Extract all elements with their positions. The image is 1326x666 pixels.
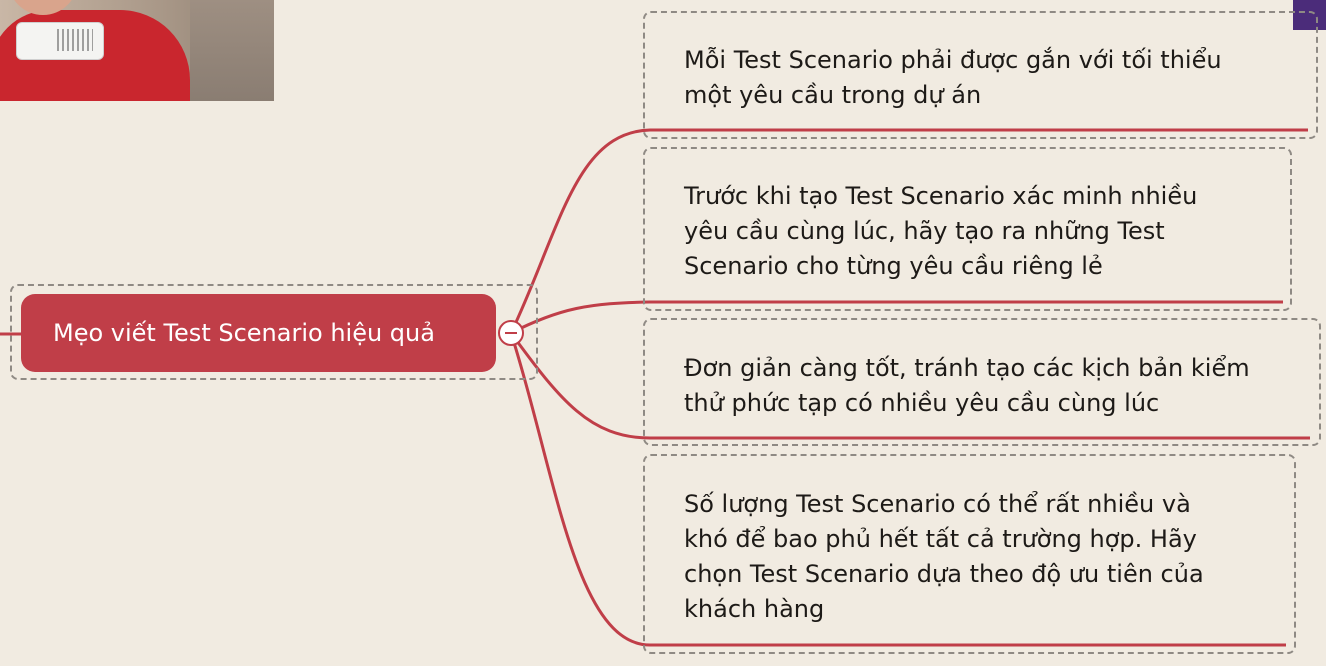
root-topic[interactable]: Mẹo viết Test Scenario hiệu quả <box>21 294 496 372</box>
child-topic-1-text: Mỗi Test Scenario phải được gắn với tối … <box>684 46 1222 109</box>
child-topic-3-text: Đơn giản càng tốt, tránh tạo các kịch bả… <box>684 354 1250 417</box>
mindmap-canvas: Mẹo viết Test Scenario hiệu quả Mỗi Test… <box>0 0 1326 666</box>
child-topic-4-text: Số lượng Test Scenario có thể rất nhiều … <box>684 490 1204 623</box>
root-topic-label: Mẹo viết Test Scenario hiệu quả <box>53 319 435 347</box>
minus-circle-icon[interactable] <box>498 320 524 346</box>
child-topic-2-text: Trước khi tạo Test Scenario xác minh nhi… <box>684 182 1198 280</box>
